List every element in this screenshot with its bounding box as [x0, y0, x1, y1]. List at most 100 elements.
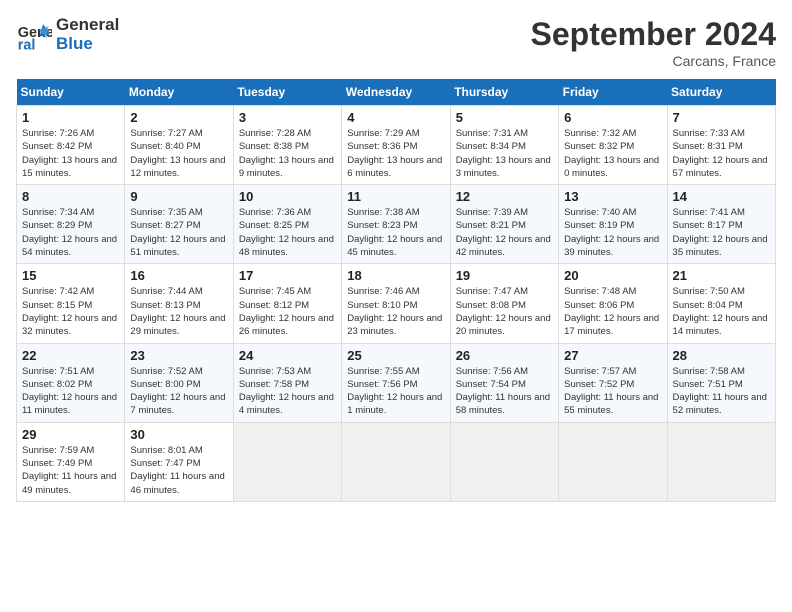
- calendar-table: Sunday Monday Tuesday Wednesday Thursday…: [16, 79, 776, 502]
- day-info: Sunrise: 7:35 AM Sunset: 8:27 PM Dayligh…: [130, 206, 227, 259]
- calendar-cell: 28 Sunrise: 7:58 AM Sunset: 7:51 PM Dayl…: [667, 343, 775, 422]
- day-info: Sunrise: 7:45 AM Sunset: 8:12 PM Dayligh…: [239, 285, 336, 338]
- day-info: Sunrise: 7:33 AM Sunset: 8:31 PM Dayligh…: [673, 127, 770, 180]
- day-number: 12: [456, 189, 553, 204]
- day-number: 10: [239, 189, 336, 204]
- calendar-cell: 24 Sunrise: 7:53 AM Sunset: 7:58 PM Dayl…: [233, 343, 341, 422]
- day-info: Sunrise: 7:52 AM Sunset: 8:00 PM Dayligh…: [130, 365, 227, 418]
- day-info: Sunrise: 7:46 AM Sunset: 8:10 PM Dayligh…: [347, 285, 444, 338]
- month-title: September 2024: [531, 16, 776, 53]
- location: Carcans, France: [531, 53, 776, 69]
- calendar-cell: 3 Sunrise: 7:28 AM Sunset: 8:38 PM Dayli…: [233, 106, 341, 185]
- logo-icon: Gene ral: [16, 17, 52, 53]
- svg-text:ral: ral: [18, 37, 36, 53]
- day-number: 9: [130, 189, 227, 204]
- calendar-cell: 12 Sunrise: 7:39 AM Sunset: 8:21 PM Dayl…: [450, 185, 558, 264]
- calendar-cell: 7 Sunrise: 7:33 AM Sunset: 8:31 PM Dayli…: [667, 106, 775, 185]
- day-info: Sunrise: 7:57 AM Sunset: 7:52 PM Dayligh…: [564, 365, 661, 418]
- calendar-cell: [450, 422, 558, 501]
- calendar-week-row: 15 Sunrise: 7:42 AM Sunset: 8:15 PM Dayl…: [17, 264, 776, 343]
- day-info: Sunrise: 7:39 AM Sunset: 8:21 PM Dayligh…: [456, 206, 553, 259]
- calendar-cell: [233, 422, 341, 501]
- day-number: 13: [564, 189, 661, 204]
- calendar-cell: 13 Sunrise: 7:40 AM Sunset: 8:19 PM Dayl…: [559, 185, 667, 264]
- day-number: 21: [673, 268, 770, 283]
- day-info: Sunrise: 7:55 AM Sunset: 7:56 PM Dayligh…: [347, 365, 444, 418]
- calendar-week-row: 29 Sunrise: 7:59 AM Sunset: 7:49 PM Dayl…: [17, 422, 776, 501]
- day-number: 16: [130, 268, 227, 283]
- calendar-cell: 18 Sunrise: 7:46 AM Sunset: 8:10 PM Dayl…: [342, 264, 450, 343]
- day-info: Sunrise: 7:28 AM Sunset: 8:38 PM Dayligh…: [239, 127, 336, 180]
- calendar-cell: 23 Sunrise: 7:52 AM Sunset: 8:00 PM Dayl…: [125, 343, 233, 422]
- day-number: 30: [130, 427, 227, 442]
- calendar-cell: 9 Sunrise: 7:35 AM Sunset: 8:27 PM Dayli…: [125, 185, 233, 264]
- day-info: Sunrise: 7:48 AM Sunset: 8:06 PM Dayligh…: [564, 285, 661, 338]
- calendar-cell: [559, 422, 667, 501]
- day-number: 28: [673, 348, 770, 363]
- day-info: Sunrise: 7:47 AM Sunset: 8:08 PM Dayligh…: [456, 285, 553, 338]
- day-number: 25: [347, 348, 444, 363]
- day-number: 4: [347, 110, 444, 125]
- day-info: Sunrise: 7:41 AM Sunset: 8:17 PM Dayligh…: [673, 206, 770, 259]
- col-thursday: Thursday: [450, 79, 558, 106]
- calendar-cell: 27 Sunrise: 7:57 AM Sunset: 7:52 PM Dayl…: [559, 343, 667, 422]
- day-number: 26: [456, 348, 553, 363]
- day-info: Sunrise: 7:36 AM Sunset: 8:25 PM Dayligh…: [239, 206, 336, 259]
- calendar-cell: 16 Sunrise: 7:44 AM Sunset: 8:13 PM Dayl…: [125, 264, 233, 343]
- day-number: 7: [673, 110, 770, 125]
- day-number: 11: [347, 189, 444, 204]
- day-info: Sunrise: 7:34 AM Sunset: 8:29 PM Dayligh…: [22, 206, 119, 259]
- calendar-cell: 19 Sunrise: 7:47 AM Sunset: 8:08 PM Dayl…: [450, 264, 558, 343]
- calendar-cell: 22 Sunrise: 7:51 AM Sunset: 8:02 PM Dayl…: [17, 343, 125, 422]
- calendar-week-row: 8 Sunrise: 7:34 AM Sunset: 8:29 PM Dayli…: [17, 185, 776, 264]
- calendar-cell: 26 Sunrise: 7:56 AM Sunset: 7:54 PM Dayl…: [450, 343, 558, 422]
- logo-text-blue: Blue: [56, 35, 119, 54]
- day-number: 3: [239, 110, 336, 125]
- calendar-body: 1 Sunrise: 7:26 AM Sunset: 8:42 PM Dayli…: [17, 106, 776, 502]
- calendar-cell: 20 Sunrise: 7:48 AM Sunset: 8:06 PM Dayl…: [559, 264, 667, 343]
- calendar-cell: 11 Sunrise: 7:38 AM Sunset: 8:23 PM Dayl…: [342, 185, 450, 264]
- calendar-cell: 25 Sunrise: 7:55 AM Sunset: 7:56 PM Dayl…: [342, 343, 450, 422]
- day-number: 6: [564, 110, 661, 125]
- day-number: 15: [22, 268, 119, 283]
- col-monday: Monday: [125, 79, 233, 106]
- day-number: 18: [347, 268, 444, 283]
- day-info: Sunrise: 7:56 AM Sunset: 7:54 PM Dayligh…: [456, 365, 553, 418]
- day-info: Sunrise: 7:53 AM Sunset: 7:58 PM Dayligh…: [239, 365, 336, 418]
- calendar-cell: 30 Sunrise: 8:01 AM Sunset: 7:47 PM Dayl…: [125, 422, 233, 501]
- day-number: 8: [22, 189, 119, 204]
- day-info: Sunrise: 8:01 AM Sunset: 7:47 PM Dayligh…: [130, 444, 227, 497]
- day-info: Sunrise: 7:31 AM Sunset: 8:34 PM Dayligh…: [456, 127, 553, 180]
- calendar-cell: 6 Sunrise: 7:32 AM Sunset: 8:32 PM Dayli…: [559, 106, 667, 185]
- day-number: 20: [564, 268, 661, 283]
- header-row: Sunday Monday Tuesday Wednesday Thursday…: [17, 79, 776, 106]
- calendar-cell: 21 Sunrise: 7:50 AM Sunset: 8:04 PM Dayl…: [667, 264, 775, 343]
- day-number: 5: [456, 110, 553, 125]
- day-number: 27: [564, 348, 661, 363]
- day-info: Sunrise: 7:58 AM Sunset: 7:51 PM Dayligh…: [673, 365, 770, 418]
- day-number: 24: [239, 348, 336, 363]
- day-number: 22: [22, 348, 119, 363]
- calendar-cell: 10 Sunrise: 7:36 AM Sunset: 8:25 PM Dayl…: [233, 185, 341, 264]
- day-info: Sunrise: 7:29 AM Sunset: 8:36 PM Dayligh…: [347, 127, 444, 180]
- col-friday: Friday: [559, 79, 667, 106]
- calendar-cell: [667, 422, 775, 501]
- calendar-cell: [342, 422, 450, 501]
- col-sunday: Sunday: [17, 79, 125, 106]
- calendar-week-row: 22 Sunrise: 7:51 AM Sunset: 8:02 PM Dayl…: [17, 343, 776, 422]
- day-info: Sunrise: 7:26 AM Sunset: 8:42 PM Dayligh…: [22, 127, 119, 180]
- logo-text-general: General: [56, 16, 119, 35]
- calendar-cell: 8 Sunrise: 7:34 AM Sunset: 8:29 PM Dayli…: [17, 185, 125, 264]
- day-number: 2: [130, 110, 227, 125]
- calendar-cell: 2 Sunrise: 7:27 AM Sunset: 8:40 PM Dayli…: [125, 106, 233, 185]
- col-saturday: Saturday: [667, 79, 775, 106]
- day-number: 23: [130, 348, 227, 363]
- day-info: Sunrise: 7:38 AM Sunset: 8:23 PM Dayligh…: [347, 206, 444, 259]
- logo: Gene ral General Blue: [16, 16, 119, 53]
- calendar-week-row: 1 Sunrise: 7:26 AM Sunset: 8:42 PM Dayli…: [17, 106, 776, 185]
- day-number: 17: [239, 268, 336, 283]
- day-info: Sunrise: 7:40 AM Sunset: 8:19 PM Dayligh…: [564, 206, 661, 259]
- day-info: Sunrise: 7:42 AM Sunset: 8:15 PM Dayligh…: [22, 285, 119, 338]
- calendar-cell: 17 Sunrise: 7:45 AM Sunset: 8:12 PM Dayl…: [233, 264, 341, 343]
- calendar-cell: 1 Sunrise: 7:26 AM Sunset: 8:42 PM Dayli…: [17, 106, 125, 185]
